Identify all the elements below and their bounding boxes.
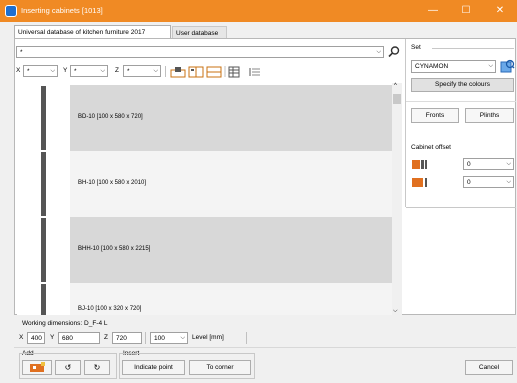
cabinet-info: BD-10 [100 x 580 x 720] xyxy=(70,85,392,151)
y-filter-label: Y xyxy=(63,67,68,74)
cabinet-info: BH-10 [100 x 580 x 2010] xyxy=(70,151,392,217)
set-browse-icon[interactable] xyxy=(499,58,515,74)
chevron-down-icon: ⌵ xyxy=(180,335,185,341)
side-offset-icon xyxy=(412,160,427,169)
rotate-right-button[interactable]: ↻ xyxy=(84,360,110,375)
view-toolbar xyxy=(170,66,240,78)
chevron-down-icon: ⌵ xyxy=(153,68,158,74)
chevron-down-icon: ⌵ xyxy=(506,179,511,185)
scrollbar-thumb[interactable] xyxy=(393,94,401,104)
set-value: CYNAMON xyxy=(415,63,449,70)
cabinet-thumbnail xyxy=(17,217,70,283)
x-filter-value: * xyxy=(27,68,30,75)
cabinet-thumbnail xyxy=(17,151,70,217)
to-corner-button[interactable]: To corner xyxy=(189,360,251,375)
separator xyxy=(406,207,516,208)
view-fronts-icon xyxy=(188,66,204,78)
divider xyxy=(145,332,146,344)
divider xyxy=(246,332,247,344)
cabinet-row[interactable]: BH-10 [100 x 580 x 2010] xyxy=(17,151,392,217)
working-x-input[interactable]: 400 xyxy=(27,332,45,344)
specify-colours-button[interactable]: Specify the colours xyxy=(411,78,514,92)
rotate-right-icon: ↻ xyxy=(93,363,101,372)
working-z-input[interactable]: 720 xyxy=(112,332,142,344)
working-y-label: Y xyxy=(50,334,55,341)
separator xyxy=(406,101,516,102)
indicate-point-button[interactable]: Indicate point xyxy=(122,360,185,375)
set-label: Set xyxy=(411,44,421,51)
front-offset-icon xyxy=(412,178,427,187)
cabinet-label: BHH-10 [100 x 580 x 2215] xyxy=(78,246,151,252)
z-filter-label: Z xyxy=(115,67,119,74)
app-icon xyxy=(5,5,17,17)
search-combo[interactable]: * ⌵ xyxy=(16,46,384,58)
fronts-button[interactable]: Fronts xyxy=(411,108,459,123)
working-x-label: X xyxy=(19,334,24,341)
x-filter-label: X xyxy=(16,67,21,74)
cabinet-list[interactable]: BD-10 [100 x 580 x 720] BH-10 [100 x 580… xyxy=(17,83,392,315)
cabinet-thumbnail xyxy=(17,283,70,315)
cabinet-label: BH-10 [100 x 580 x 2010] xyxy=(78,180,147,186)
cancel-button[interactable]: Cancel xyxy=(465,360,513,375)
chevron-down-icon: ⌵ xyxy=(100,68,105,74)
set-groupline xyxy=(432,48,514,49)
view-drawers-icon xyxy=(206,66,222,78)
chevron-down-icon: ⌵ xyxy=(50,68,55,74)
set-combo[interactable]: CYNAMON ⌵ xyxy=(411,60,496,73)
level-label: Level [mm] xyxy=(192,334,224,341)
plinths-button[interactable]: Plinths xyxy=(465,108,514,123)
cabinet-row[interactable]: BD-10 [100 x 580 x 720] xyxy=(17,85,392,151)
level-combo[interactable]: 100 ⌵ xyxy=(150,332,188,344)
grid-view-icon xyxy=(228,66,240,78)
add-cabinet-button[interactable] xyxy=(22,360,52,375)
tab-universal-database[interactable]: Universal database of kitchen furniture … xyxy=(14,25,171,38)
level-value: 100 xyxy=(154,335,165,342)
maximize-button[interactable]: ☐ xyxy=(453,3,479,19)
cabinet-row[interactable]: BJ-10 [100 x 320 x 720] xyxy=(17,283,392,315)
cabinet-label: BJ-10 [100 x 320 x 720] xyxy=(78,306,142,312)
offset-combo-1[interactable]: 0 ⌵ xyxy=(463,158,514,170)
add-cabinet-icon xyxy=(30,362,45,372)
catalog-panel: * ⌵ X * ⌵ Y * ⌵ Z * ⌵ BD-10 [100 x 580 x… xyxy=(14,38,516,315)
search-value: * xyxy=(20,49,23,56)
toolbar-divider xyxy=(165,66,166,77)
window-title: Inserting cabinets [1013] xyxy=(21,6,103,15)
cabinet-info: BJ-10 [100 x 320 x 720] xyxy=(70,283,392,315)
view-thumbnails-icon xyxy=(170,67,186,78)
right-divider xyxy=(405,39,406,207)
working-z-label: Z xyxy=(104,334,108,341)
scroll-down-icon[interactable]: ⌵ xyxy=(393,308,398,315)
chevron-down-icon: ⌵ xyxy=(376,49,381,55)
z-filter-combo[interactable]: * ⌵ xyxy=(123,65,161,77)
cabinet-offset-label: Cabinet offset xyxy=(411,144,451,151)
x-filter-combo[interactable]: * ⌵ xyxy=(23,65,58,77)
offset-value-1: 0 xyxy=(467,161,471,168)
list-scrollbar[interactable]: ^ ⌵ xyxy=(392,83,402,315)
minimize-button[interactable]: — xyxy=(420,3,446,19)
working-dimensions-label: Working dimensions: D_F-4 L xyxy=(22,320,108,327)
chevron-down-icon: ⌵ xyxy=(506,161,511,167)
z-filter-value: * xyxy=(127,68,130,75)
rotate-left-button[interactable]: ↺ xyxy=(55,360,81,375)
cabinet-row[interactable]: BHH-10 [100 x 580 x 2215] xyxy=(17,217,392,283)
cabinet-label: BD-10 [100 x 580 x 720] xyxy=(78,114,143,120)
offset-value-2: 0 xyxy=(467,179,471,186)
rotate-left-icon: ↺ xyxy=(64,363,72,372)
scroll-up-icon[interactable]: ^ xyxy=(394,83,397,89)
separator xyxy=(14,347,516,348)
y-filter-combo[interactable]: * ⌵ xyxy=(70,65,108,77)
chevron-down-icon: ⌵ xyxy=(488,63,493,69)
cabinet-info: BHH-10 [100 x 580 x 2215] xyxy=(70,217,392,283)
close-button[interactable]: ✕ xyxy=(487,3,513,19)
working-y-input[interactable]: 680 xyxy=(58,332,100,344)
cabinet-thumbnail xyxy=(17,85,70,151)
list-view-icon[interactable] xyxy=(248,65,262,78)
search-icon[interactable] xyxy=(387,45,401,59)
offset-combo-2[interactable]: 0 ⌵ xyxy=(463,176,514,188)
title-bar: Inserting cabinets [1013] — ☐ ✕ xyxy=(0,0,517,22)
y-filter-value: * xyxy=(74,68,77,75)
